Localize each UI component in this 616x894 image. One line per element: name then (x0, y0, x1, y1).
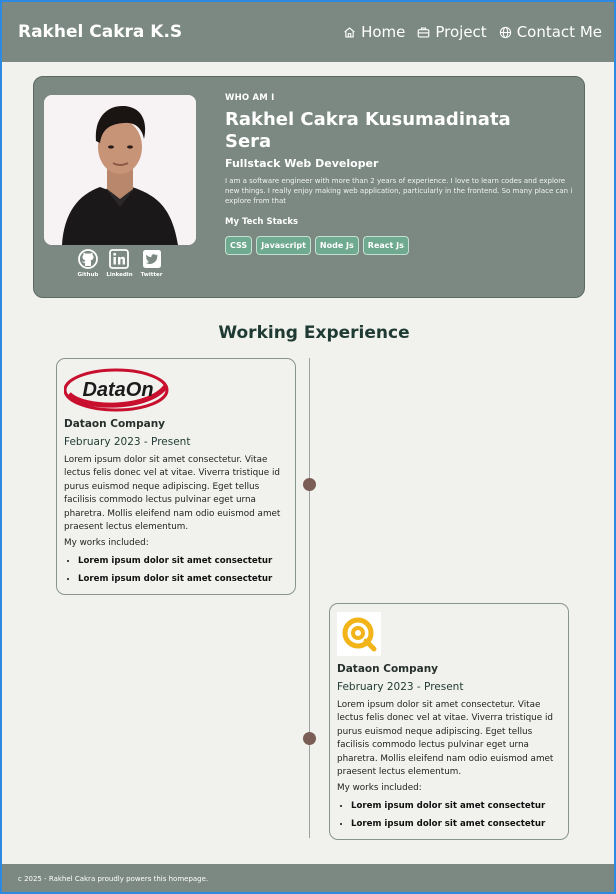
tag-nodejs: Node Js (314, 236, 359, 255)
profile-eyebrow: WHO AM I (225, 93, 275, 103)
home-icon (344, 26, 355, 38)
nav-project-label: Project (435, 23, 487, 41)
nav-contact-label: Contact Me (516, 23, 602, 41)
works-label: My works included: (64, 538, 149, 549)
nav-contact[interactable]: Contact Me (499, 23, 602, 41)
experience-card: Dataon Company February 2023 - Present L… (329, 603, 569, 841)
job-description: Lorem ipsum dolor sit amet consectetur. … (337, 700, 554, 778)
social-twitter-label: Twitter (140, 272, 163, 278)
timeline-line (309, 358, 310, 838)
profile-card: Github Linkedin Twitter WHO AM I Rakhel … (33, 76, 585, 298)
job-period: February 2023 - Present (64, 436, 191, 448)
profile-bio: I am a software engineer with more than … (225, 177, 573, 205)
works-item: Lorem ipsum dolor sit amet consectetur (351, 797, 561, 815)
section-title-experience: Working Experience (218, 323, 410, 343)
twitter-icon (142, 250, 161, 268)
profile-info: WHO AM I Rakhel Cakra Kusumadinata Sera … (225, 93, 577, 255)
social-linkedin[interactable]: Linkedin (106, 249, 133, 278)
nav-home[interactable]: Home (343, 23, 405, 41)
footer: c 2025 - Rakhel Cakra proudly powers thi… (2, 864, 614, 892)
works-item: Lorem ipsum dolor sit amet consectetur (351, 815, 561, 833)
job-period: February 2023 - Present (337, 681, 464, 693)
tag-reactjs: React Js (362, 236, 409, 255)
social-github-label: Github (77, 272, 99, 278)
company-name: Dataon Company (337, 663, 439, 675)
works-item: Lorem ipsum dolor sit amet consectetur (78, 570, 288, 588)
tech-stack-tags: CSS Javascript Node Js React Js (225, 236, 577, 255)
globe-icon (499, 26, 511, 38)
linkedin-icon (109, 249, 130, 269)
company-logo (337, 611, 561, 657)
social-links: Github Linkedin Twitter (44, 249, 196, 278)
profile-role: Fullstack Web Developer (225, 157, 379, 170)
nav-project[interactable]: Project (417, 23, 487, 41)
works-item: Lorem ipsum dolor sit amet consectetur (78, 552, 288, 570)
works-label: My works included: (337, 783, 422, 794)
brand-title[interactable]: Rakhel Cakra K.S (18, 22, 182, 42)
profile-name: Rakhel Cakra Kusumadinata Sera (225, 109, 511, 152)
timeline-dot (303, 732, 316, 745)
works-list: Lorem ipsum dolor sit amet consectetur L… (337, 797, 561, 833)
job-description: Lorem ipsum dolor sit amet consectetur. … (64, 455, 281, 533)
footer-text: c 2025 - Rakhel Cakra proudly powers thi… (18, 875, 209, 883)
tech-stack-title: My Tech Stacks (225, 217, 299, 227)
works-list: Lorem ipsum dolor sit amet consectetur L… (64, 552, 288, 588)
tag-javascript: Javascript (256, 236, 311, 255)
navbar: Rakhel Cakra K.S Home Project Contact Me (2, 2, 614, 62)
timeline-dot (303, 478, 316, 491)
social-linkedin-label: Linkedin (106, 272, 133, 278)
company-logo: DataOn (64, 366, 288, 412)
social-twitter[interactable]: Twitter (140, 249, 163, 278)
github-icon (78, 249, 98, 269)
profile-photo (44, 95, 196, 245)
briefcase-icon (418, 26, 430, 38)
social-github[interactable]: Github (77, 249, 99, 278)
page: Rakhel Cakra K.S Home Project Contact Me (2, 2, 614, 892)
nav-links: Home Project Contact Me (343, 23, 602, 41)
company-name: Dataon Company (64, 418, 166, 430)
nav-home-label: Home (361, 23, 406, 41)
company-logo-text: DataOn (82, 379, 153, 401)
experience-card: DataOn Dataon Company February 2023 - Pr… (56, 358, 296, 596)
tag-css: CSS (225, 236, 253, 255)
